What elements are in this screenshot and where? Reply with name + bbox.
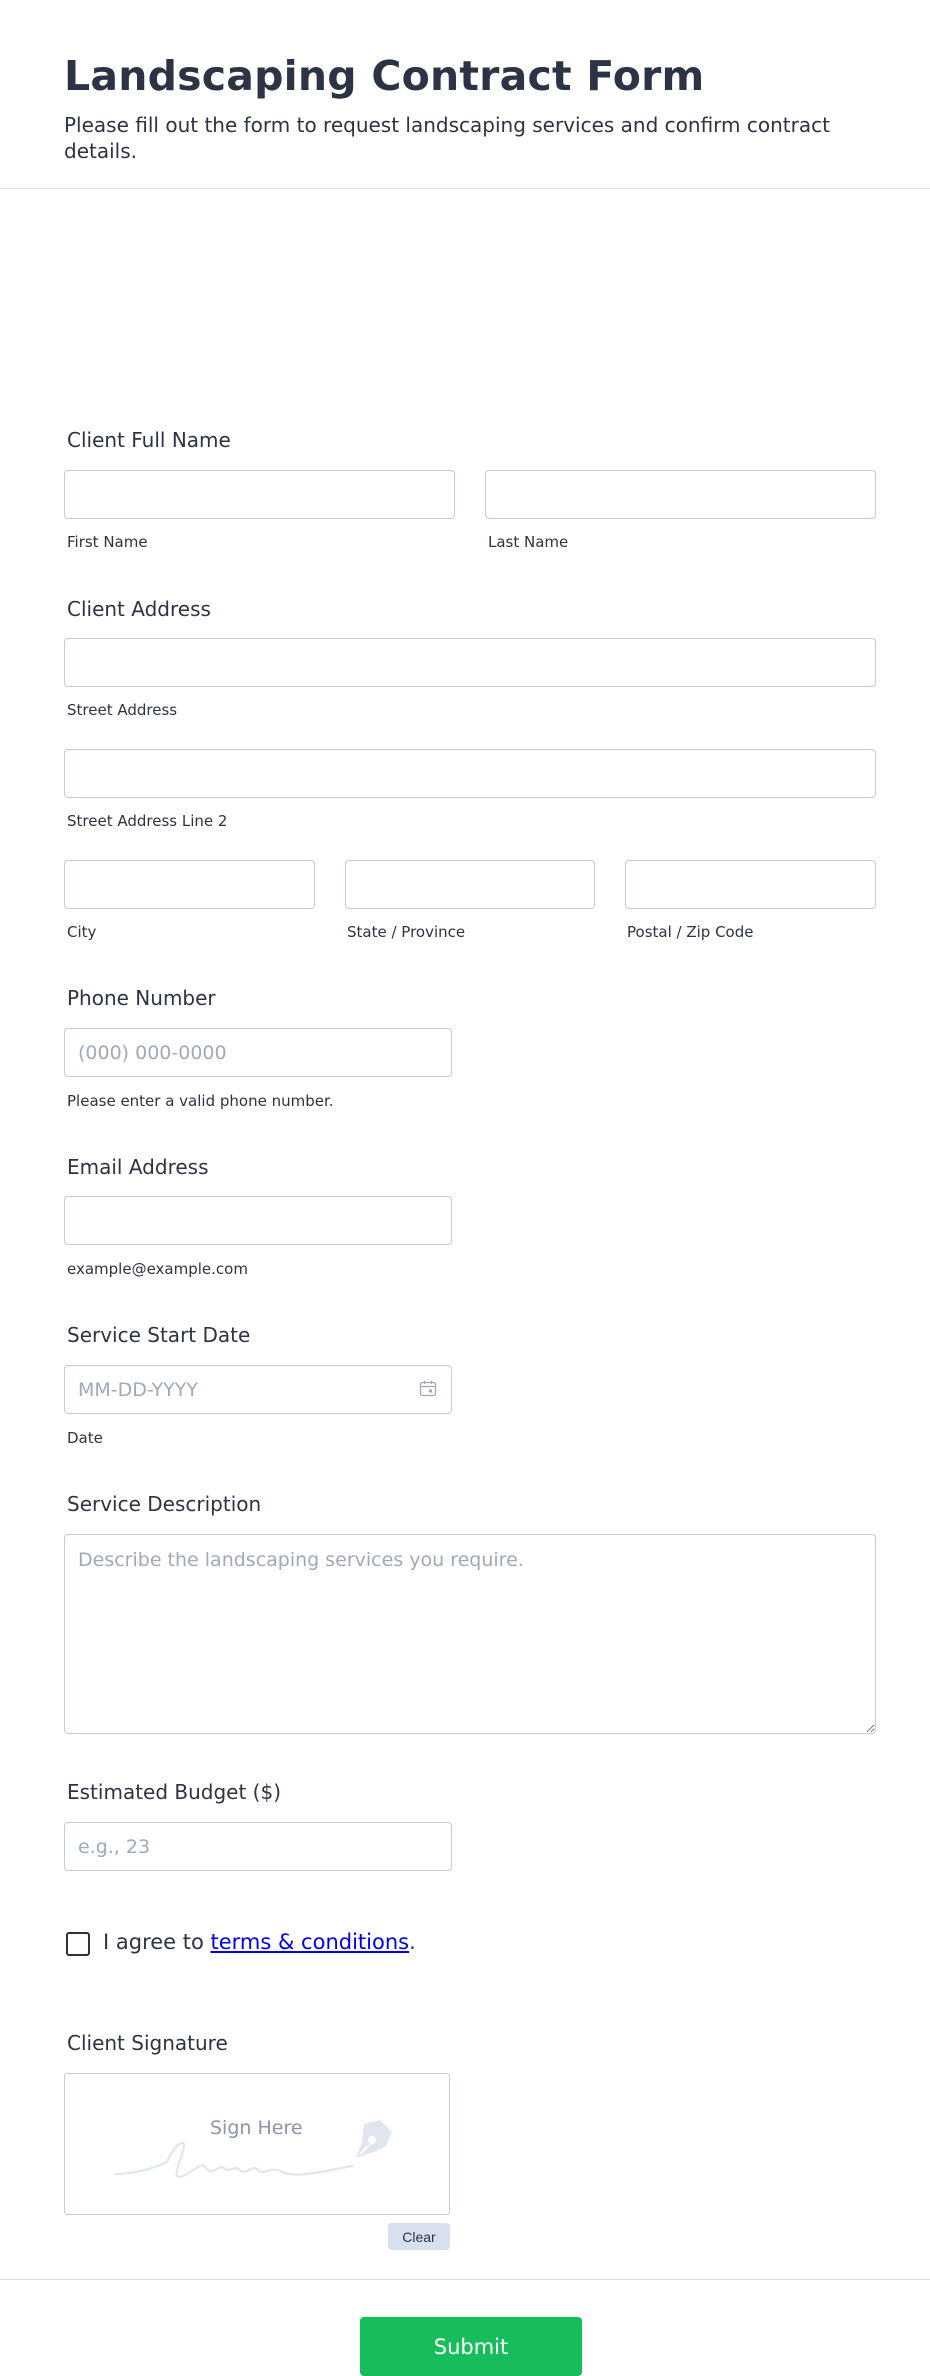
terms-suffix: .	[409, 1930, 416, 1954]
phone-input[interactable]	[64, 1028, 452, 1077]
state-sublabel: State / Province	[347, 923, 466, 941]
signature-label: Client Signature	[67, 2031, 228, 2055]
street-address-line2-sublabel: Street Address Line 2	[67, 812, 228, 830]
start-date-label: Service Start Date	[67, 1323, 251, 1347]
street-address-input[interactable]	[64, 638, 876, 687]
email-input[interactable]	[64, 1196, 452, 1245]
budget-label: Estimated Budget ($)	[67, 1780, 282, 1804]
street-address-line2-input[interactable]	[64, 749, 876, 798]
form-header: Landscaping Contract Form Please fill ou…	[0, 0, 930, 189]
footer-divider	[0, 2279, 930, 2280]
start-date-sublabel: Date	[67, 1429, 103, 1447]
client-address-label: Client Address	[67, 597, 211, 621]
form-title: Landscaping Contract Form	[64, 52, 705, 100]
phone-label: Phone Number	[67, 986, 216, 1010]
zip-sublabel: Postal / Zip Code	[627, 923, 754, 941]
email-sublabel: example@example.com	[67, 1260, 248, 1278]
description-label: Service Description	[67, 1492, 262, 1516]
pen-icon	[356, 2120, 392, 2158]
terms-link[interactable]: terms & conditions	[211, 1930, 410, 1954]
last-name-input[interactable]	[485, 470, 876, 519]
terms-text: I agree to terms & conditions.	[103, 1930, 416, 1954]
first-name-sublabel: First Name	[67, 533, 148, 551]
description-textarea[interactable]	[64, 1534, 876, 1734]
submit-button[interactable]: Submit	[360, 2317, 582, 2376]
terms-prefix: I agree to	[103, 1930, 211, 1954]
calendar-icon[interactable]	[419, 1380, 437, 1397]
budget-input[interactable]	[64, 1822, 452, 1871]
city-sublabel: City	[67, 923, 97, 941]
first-name-input[interactable]	[64, 470, 455, 519]
terms-checkbox[interactable]	[66, 1932, 90, 1956]
zip-input[interactable]	[625, 860, 876, 909]
last-name-sublabel: Last Name	[488, 533, 569, 551]
email-label: Email Address	[67, 1155, 209, 1179]
city-input[interactable]	[64, 860, 315, 909]
form-subtitle: Please fill out the form to request land…	[64, 113, 830, 163]
state-input[interactable]	[345, 860, 595, 909]
client-name-label: Client Full Name	[67, 428, 231, 452]
phone-sublabel: Please enter a valid phone number.	[67, 1092, 334, 1110]
start-date-input[interactable]	[64, 1365, 452, 1414]
street-address-sublabel: Street Address	[67, 701, 178, 719]
